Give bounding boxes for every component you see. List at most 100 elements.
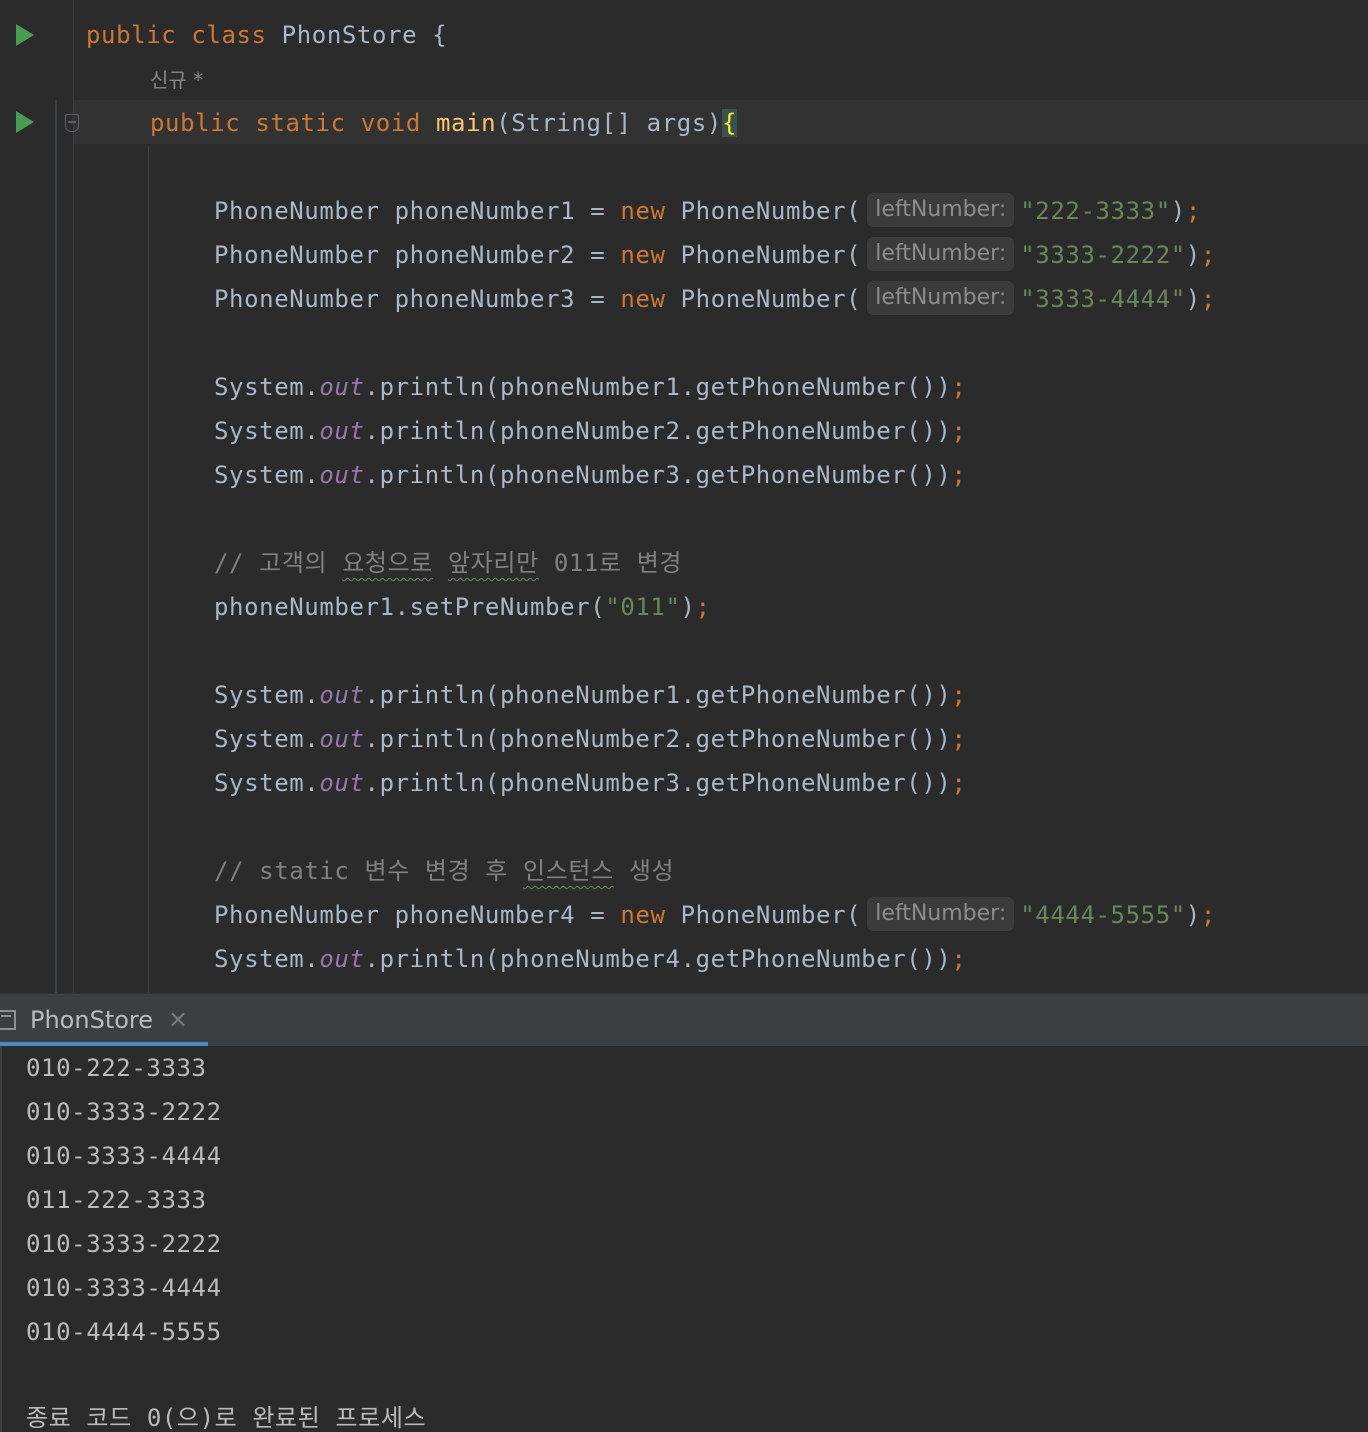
string-literal: "3333-4444" (1020, 285, 1186, 313)
semicolon: ; (1200, 901, 1216, 929)
fold-marker-icon[interactable] (65, 114, 79, 132)
gutter-fold-line (55, 100, 57, 993)
code-editor[interactable]: public class PhonStore { 신규 * public sta… (0, 0, 1368, 993)
paren: ) (680, 593, 696, 621)
class-ref: System. (214, 725, 320, 753)
close-icon[interactable]: × (168, 1005, 188, 1033)
semicolon: ; (1200, 241, 1216, 269)
code-line-class-decl[interactable]: public class PhonStore { (86, 13, 447, 57)
code-line-ctor-3[interactable]: PhoneNumber phoneNumber3 = new PhoneNumb… (214, 277, 1216, 321)
run-class-icon[interactable] (16, 24, 34, 46)
method-params: (String[] args) (496, 109, 722, 137)
console-line: 011-222-3333 (26, 1186, 207, 1214)
code-line-print-4[interactable]: System.out.println(phoneNumber1.getPhone… (214, 673, 967, 717)
keyword: new (620, 901, 666, 929)
constructor-call: PhoneNumber( (680, 197, 862, 225)
string-literal: "4444-5555" (1020, 901, 1186, 929)
type-name: PhoneNumber (214, 197, 380, 225)
type-name: PhoneNumber (214, 241, 380, 269)
type-name: PhoneNumber (214, 285, 380, 313)
parameter-hint: leftNumber: (867, 193, 1015, 227)
method-call: .getPhoneNumber()) (680, 461, 952, 489)
run-main-icon[interactable] (16, 111, 34, 133)
code-line-print-7[interactable]: System.out.println(phoneNumber4.getPhone… (214, 937, 967, 981)
method-name: main (435, 109, 497, 137)
code-line-comment-1[interactable]: // 고객의 요청으로 앞자리만 011로 변경 (214, 541, 682, 585)
console-line: 010-3333-4444 (26, 1142, 222, 1170)
code-line-set-prenumber[interactable]: phoneNumber1.setPreNumber("011"); (214, 585, 711, 629)
class-ref: System. (214, 945, 320, 973)
comment-text: // 고객의 (214, 549, 343, 577)
run-console-output[interactable]: 010-222-3333 010-3333-2222 010-3333-4444… (0, 1046, 1368, 1432)
keyword: static (255, 109, 346, 137)
keyword: new (620, 241, 666, 269)
type-name: PhoneNumber (214, 901, 380, 929)
static-field: out (319, 769, 365, 797)
code-line-print-5[interactable]: System.out.println(phoneNumber2.getPhone… (214, 717, 967, 761)
method-call: .println( (364, 417, 500, 445)
paren: ) (1185, 241, 1201, 269)
console-line: 010-3333-4444 (26, 1274, 222, 1302)
semicolon: ; (951, 417, 967, 445)
paren: ) (1170, 197, 1186, 225)
code-line-ctor-2[interactable]: PhoneNumber phoneNumber2 = new PhoneNumb… (214, 233, 1216, 277)
string-literal: "011" (605, 593, 681, 621)
matched-brace: { (721, 109, 737, 137)
paren: ) (1185, 901, 1201, 929)
class-name: PhonStore (281, 21, 418, 49)
code-vision-label[interactable]: 신규 * (150, 64, 203, 93)
method-call: .println( (364, 945, 500, 973)
constructor-call: PhoneNumber( (680, 285, 862, 313)
comment-text (433, 549, 448, 577)
code-line-print-2[interactable]: System.out.println(phoneNumber2.getPhone… (214, 409, 967, 453)
variable-name: phoneNumber3 (499, 461, 681, 489)
console-line: 010-3333-2222 (26, 1230, 222, 1258)
method-call: .getPhoneNumber()) (680, 725, 952, 753)
parameter-hint: leftNumber: (867, 237, 1015, 271)
console-window-icon (0, 1010, 16, 1030)
semicolon: ; (951, 461, 967, 489)
static-field: out (319, 373, 365, 401)
string-literal: "3333-2222" (1020, 241, 1186, 269)
keyword: new (620, 197, 666, 225)
comment-text: 생성 (613, 857, 675, 885)
keyword: public (150, 109, 241, 137)
keyword: class (191, 21, 267, 49)
method-call: .getPhoneNumber()) (680, 945, 952, 973)
code-line-print-1[interactable]: System.out.println(phoneNumber1.getPhone… (214, 365, 967, 409)
static-field: out (319, 945, 365, 973)
method-call: phoneNumber1.setPreNumber( (214, 593, 606, 621)
brace: { (432, 21, 448, 49)
code-line-ctor-4[interactable]: PhoneNumber phoneNumber4 = new PhoneNumb… (214, 893, 1216, 937)
semicolon: ; (695, 593, 711, 621)
code-line-print-3[interactable]: System.out.println(phoneNumber3.getPhone… (214, 453, 967, 497)
static-field: out (319, 461, 365, 489)
method-call: .getPhoneNumber()) (680, 373, 952, 401)
keyword: new (620, 285, 666, 313)
code-line-comment-2[interactable]: // static 변수 변경 후 인스턴스 생성 (214, 849, 674, 893)
code-line-main-decl[interactable]: public static void main(String[] args){ (150, 101, 737, 145)
code-line-ctor-1[interactable]: PhoneNumber phoneNumber1 = new PhoneNumb… (214, 189, 1201, 233)
process-exit-message: 종료 코드 0(으)로 완료된 프로세스 (26, 1404, 427, 1432)
console-line: 010-222-3333 (26, 1054, 207, 1082)
console-line: 010-3333-2222 (26, 1098, 222, 1126)
static-field: out (319, 417, 365, 445)
gutter-separator (73, 0, 74, 993)
run-tab-label: PhonStore (30, 1006, 154, 1034)
console-left-border (0, 1046, 2, 1432)
semicolon: ; (1185, 197, 1201, 225)
semicolon: ; (951, 725, 967, 753)
method-call: .getPhoneNumber()) (680, 681, 952, 709)
method-call: .getPhoneNumber()) (680, 417, 952, 445)
parameter-hint: leftNumber: (867, 281, 1015, 315)
method-call: .println( (364, 725, 500, 753)
class-ref: System. (214, 461, 320, 489)
variable-name: phoneNumber3 (394, 285, 576, 313)
paren: ) (1185, 285, 1201, 313)
operator: = (590, 285, 606, 313)
method-call: .println( (364, 461, 500, 489)
run-tab-phonstore[interactable]: PhonStore × (0, 994, 208, 1047)
code-line-print-6[interactable]: System.out.println(phoneNumber3.getPhone… (214, 761, 967, 805)
keyword: void (360, 109, 421, 137)
keyword: public (86, 21, 177, 49)
